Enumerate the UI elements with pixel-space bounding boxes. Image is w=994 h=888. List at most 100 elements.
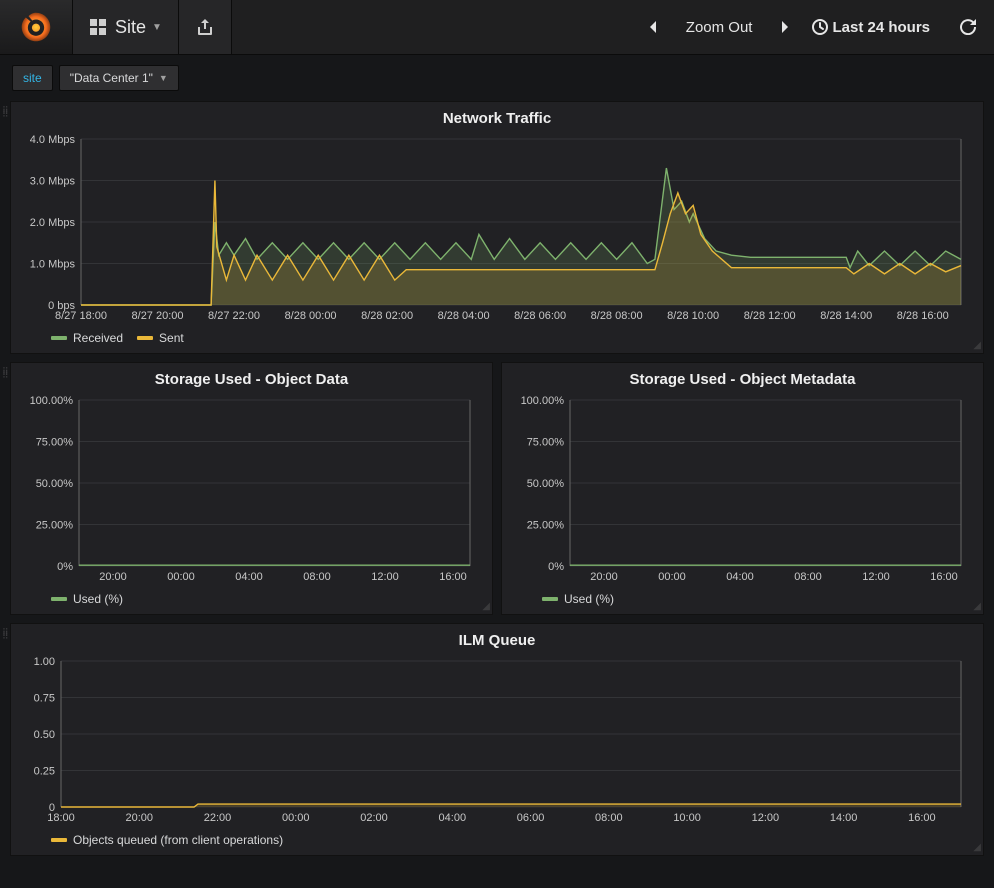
- panel-row-storage: ⠿⠿ Storage Used - Object Data 0%25.00%50…: [10, 362, 984, 615]
- panel-drag-handle[interactable]: ⠿⠿: [2, 108, 10, 116]
- zoom-out-label: Zoom Out: [686, 19, 753, 36]
- panel-storage-object-data: ⠿⠿ Storage Used - Object Data 0%25.00%50…: [10, 362, 493, 615]
- panel-drag-handle[interactable]: ⠿⠿: [2, 369, 10, 377]
- variable-name-label: site: [23, 71, 42, 85]
- chart-storage-object-metadata[interactable]: 0%25.00%50.00%75.00%100.00%20:0000:0004:…: [502, 390, 983, 588]
- panel-resize-handle[interactable]: ◢: [973, 340, 981, 351]
- panel-resize-handle[interactable]: ◢: [482, 601, 490, 612]
- legend-network-traffic: Received Sent: [11, 327, 983, 353]
- legend-swatch: [51, 336, 67, 340]
- svg-text:20:00: 20:00: [99, 571, 127, 583]
- svg-text:2.0 Mbps: 2.0 Mbps: [30, 217, 76, 229]
- refresh-button[interactable]: [954, 15, 982, 39]
- svg-text:50.00%: 50.00%: [36, 478, 74, 490]
- panel-title[interactable]: Storage Used - Object Data: [11, 363, 492, 390]
- legend-swatch: [542, 597, 558, 601]
- dashboard-picker[interactable]: Site ▼: [73, 0, 179, 54]
- svg-text:8/27 18:00: 8/27 18:00: [55, 310, 107, 322]
- svg-text:8/28 14:00: 8/28 14:00: [820, 310, 872, 322]
- svg-text:04:00: 04:00: [235, 571, 263, 583]
- legend-swatch: [137, 336, 153, 340]
- svg-text:08:00: 08:00: [794, 571, 822, 583]
- svg-text:100.00%: 100.00%: [30, 395, 74, 407]
- legend-ilm-queue: Objects queued (from client operations): [11, 829, 983, 855]
- time-range-label: Last 24 hours: [832, 19, 930, 36]
- panel-title[interactable]: Storage Used - Object Metadata: [502, 363, 983, 390]
- svg-text:02:00: 02:00: [360, 812, 388, 824]
- svg-text:22:00: 22:00: [204, 812, 232, 824]
- svg-text:16:00: 16:00: [439, 571, 467, 583]
- svg-text:8/27 20:00: 8/27 20:00: [132, 310, 184, 322]
- svg-text:8/28 08:00: 8/28 08:00: [591, 310, 643, 322]
- legend-label: Received: [73, 331, 123, 345]
- panel-title[interactable]: ILM Queue: [11, 624, 983, 651]
- svg-text:8/28 00:00: 8/28 00:00: [285, 310, 337, 322]
- svg-text:8/28 04:00: 8/28 04:00: [438, 310, 490, 322]
- svg-text:75.00%: 75.00%: [36, 437, 74, 449]
- svg-text:16:00: 16:00: [908, 812, 936, 824]
- svg-text:06:00: 06:00: [517, 812, 545, 824]
- legend-item-sent[interactable]: Sent: [137, 331, 184, 345]
- svg-text:8/28 06:00: 8/28 06:00: [514, 310, 566, 322]
- variable-name-chip: site: [12, 65, 53, 91]
- svg-text:04:00: 04:00: [726, 571, 754, 583]
- svg-text:0.50: 0.50: [34, 729, 55, 741]
- legend-label: Objects queued (from client operations): [73, 833, 283, 847]
- nav-right-controls: Zoom Out Last 24 hours: [628, 0, 994, 54]
- legend-label: Used (%): [564, 592, 614, 606]
- time-range-next-button[interactable]: [770, 15, 798, 39]
- dashboard-grid-icon: [89, 18, 107, 36]
- svg-text:25.00%: 25.00%: [527, 520, 565, 532]
- zoom-out-button[interactable]: Zoom Out: [676, 15, 763, 40]
- time-range-picker[interactable]: Last 24 hours: [806, 15, 936, 40]
- legend-item-objects-queued[interactable]: Objects queued (from client operations): [51, 833, 283, 847]
- svg-text:08:00: 08:00: [595, 812, 623, 824]
- svg-text:25.00%: 25.00%: [36, 520, 74, 532]
- svg-text:8/28 10:00: 8/28 10:00: [667, 310, 719, 322]
- chevron-down-icon: ▼: [159, 73, 168, 83]
- variable-value-label: "Data Center 1": [70, 71, 153, 85]
- svg-text:00:00: 00:00: [282, 812, 310, 824]
- dashboard-body: ⠿⠿ Network Traffic 0 bps1.0 Mbps2.0 Mbps…: [0, 101, 994, 874]
- panel-title[interactable]: Network Traffic: [11, 102, 983, 129]
- panel-resize-handle[interactable]: ◢: [973, 842, 981, 853]
- chart-network-traffic[interactable]: 0 bps1.0 Mbps2.0 Mbps3.0 Mbps4.0 Mbps8/2…: [11, 129, 983, 327]
- svg-text:75.00%: 75.00%: [527, 437, 565, 449]
- legend-swatch: [51, 597, 67, 601]
- svg-text:20:00: 20:00: [590, 571, 618, 583]
- svg-text:10:00: 10:00: [673, 812, 701, 824]
- svg-text:14:00: 14:00: [830, 812, 858, 824]
- legend-swatch: [51, 838, 67, 842]
- chart-ilm-queue[interactable]: 00.250.500.751.0018:0020:0022:0000:0002:…: [11, 651, 983, 829]
- chart-storage-object-data[interactable]: 0%25.00%50.00%75.00%100.00%20:0000:0004:…: [11, 390, 492, 588]
- panel-resize-handle[interactable]: ◢: [973, 601, 981, 612]
- grafana-logo[interactable]: [0, 0, 73, 54]
- share-button[interactable]: [179, 0, 232, 54]
- legend-item-used[interactable]: Used (%): [51, 592, 123, 606]
- svg-text:0%: 0%: [548, 561, 564, 573]
- legend-item-used[interactable]: Used (%): [542, 592, 614, 606]
- legend-label: Used (%): [73, 592, 123, 606]
- svg-text:18:00: 18:00: [47, 812, 75, 824]
- legend-item-received[interactable]: Received: [51, 331, 123, 345]
- svg-text:20:00: 20:00: [125, 812, 153, 824]
- svg-text:8/28 16:00: 8/28 16:00: [897, 310, 949, 322]
- refresh-icon: [960, 19, 976, 35]
- svg-text:4.0 Mbps: 4.0 Mbps: [30, 134, 76, 146]
- panel-drag-handle[interactable]: ⠿⠿: [2, 630, 10, 638]
- svg-text:08:00: 08:00: [303, 571, 331, 583]
- svg-text:0.75: 0.75: [34, 693, 55, 705]
- legend-storage-object-data: Used (%): [11, 588, 492, 614]
- svg-text:0%: 0%: [57, 561, 73, 573]
- share-icon: [197, 19, 213, 35]
- time-range-prev-button[interactable]: [640, 15, 668, 39]
- dashboard-title: Site: [115, 17, 146, 38]
- nav-spacer: [232, 0, 628, 54]
- variable-value-dropdown[interactable]: "Data Center 1" ▼: [59, 65, 179, 91]
- svg-text:8/27 22:00: 8/27 22:00: [208, 310, 260, 322]
- chevron-down-icon: ▼: [152, 22, 162, 33]
- clock-icon: [812, 19, 828, 35]
- svg-text:0.25: 0.25: [34, 766, 55, 778]
- template-variable-bar: site "Data Center 1" ▼: [0, 55, 994, 101]
- svg-text:1.0 Mbps: 1.0 Mbps: [30, 259, 76, 271]
